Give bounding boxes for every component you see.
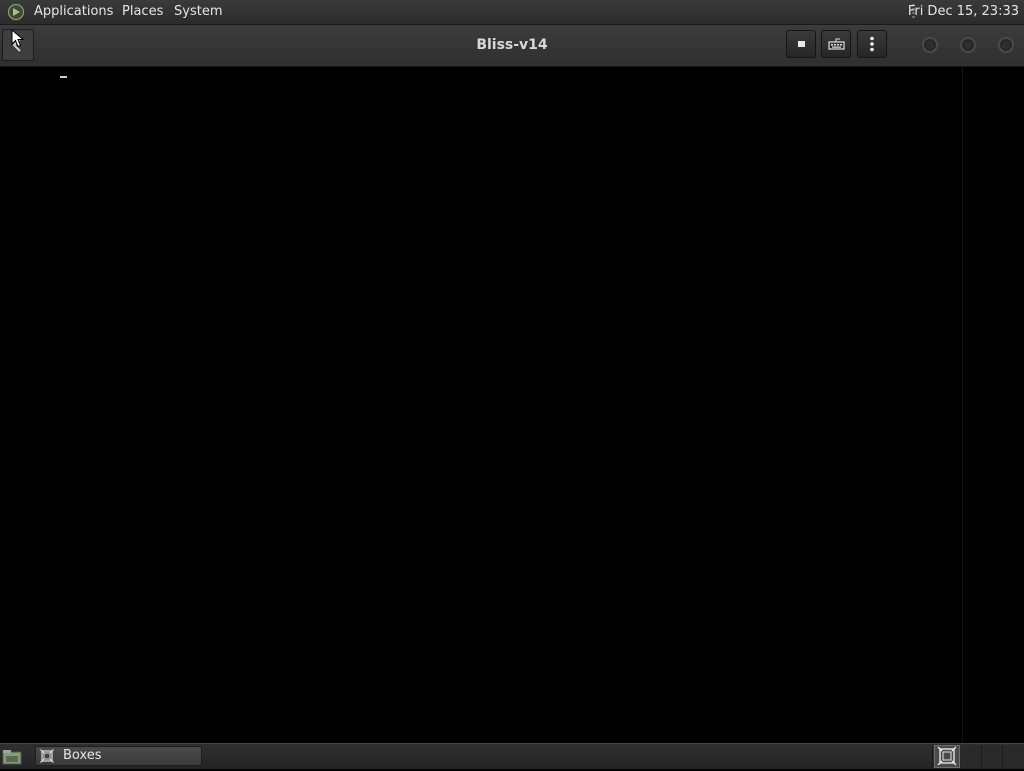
keyboard-icon: [828, 38, 845, 50]
workspace-4[interactable]: [1003, 745, 1024, 768]
mouse-pointer-icon: [11, 29, 25, 48]
boxes-icon: [40, 749, 54, 763]
display-edge-line: [962, 67, 963, 743]
stop-icon: [798, 41, 805, 47]
close-icon[interactable]: [997, 36, 1015, 54]
maximize-icon[interactable]: [959, 36, 977, 54]
mate-logo-icon[interactable]: [7, 3, 25, 21]
console-cursor: [60, 76, 67, 78]
boxes-icon: [937, 746, 957, 766]
keyboard-button[interactable]: [821, 30, 851, 58]
minimize-icon[interactable]: [921, 36, 939, 54]
taskbar-item-boxes[interactable]: Boxes: [35, 746, 202, 766]
vertical-ellipsis-icon: [870, 36, 874, 52]
menu-applications[interactable]: Applications: [34, 4, 113, 20]
workspace-1[interactable]: [934, 745, 960, 768]
workspace-2[interactable]: [961, 745, 983, 768]
menu-system[interactable]: System: [174, 4, 222, 20]
bottom-panel: Boxes: [0, 743, 1024, 769]
workspace-separator: [932, 746, 933, 767]
workspace-3[interactable]: [982, 745, 1004, 768]
show-desktop-icon[interactable]: [2, 748, 22, 765]
window-header-bar[interactable]: Bliss-v14: [0, 25, 1024, 67]
stop-button[interactable]: [786, 30, 816, 58]
top-panel: Applications Places System Fri Dec 15, 2…: [0, 0, 1024, 25]
menu-button[interactable]: [857, 30, 887, 58]
vm-display[interactable]: [0, 67, 1024, 743]
clock[interactable]: Fri Dec 15, 23:33: [908, 4, 1019, 20]
taskbar-label: Boxes: [63, 748, 102, 763]
menu-places[interactable]: Places: [122, 4, 163, 20]
